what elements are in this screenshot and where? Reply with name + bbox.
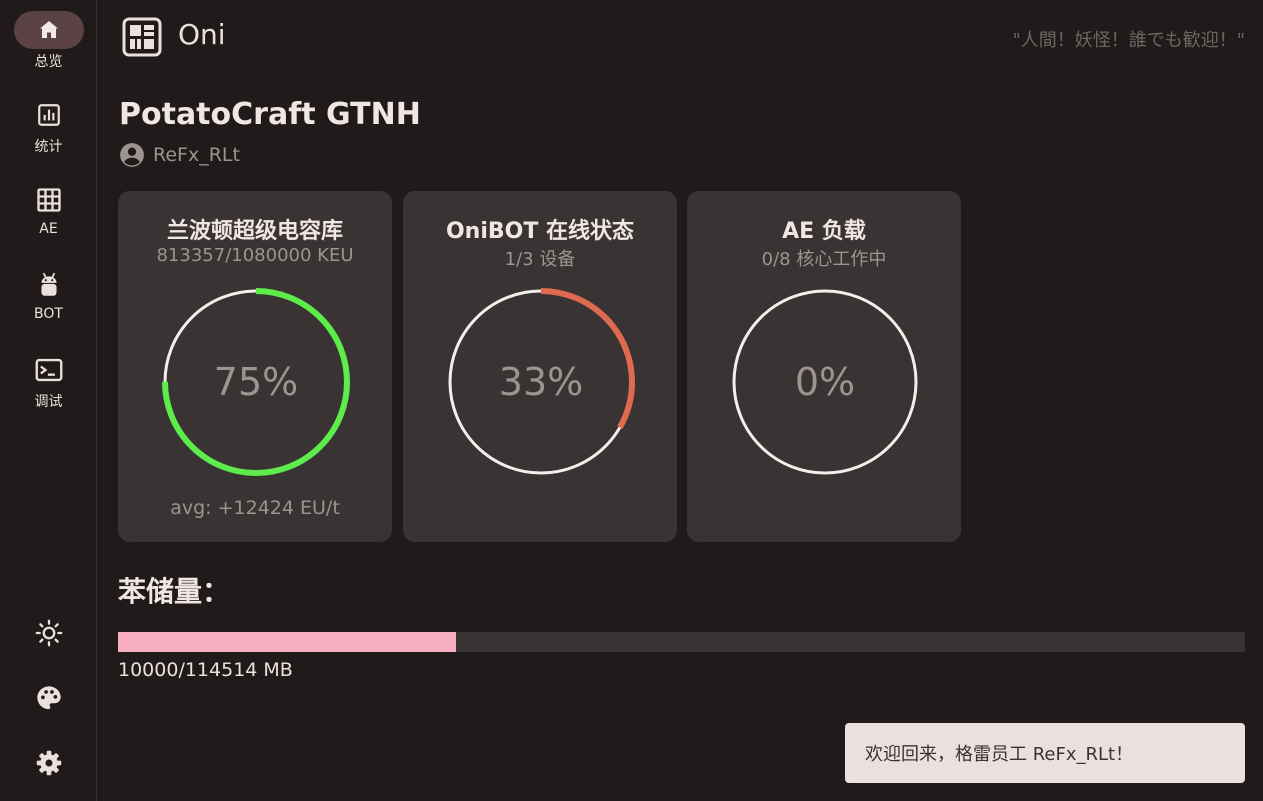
progress-percent: 0% — [794, 360, 856, 404]
home-icon — [39, 21, 58, 38]
top-bar: Oni "人間！妖怪！誰でも歓迎！" — [97, 0, 1263, 72]
nav-label-stats: 统计 — [34, 139, 63, 155]
progress-percent: 33% — [498, 360, 584, 404]
app-title: Oni — [178, 18, 226, 51]
card-title: OniBOT 在线状态 — [445, 219, 635, 244]
card-subtitle: 0/8 核心工作中 — [761, 249, 887, 270]
ae-load-card: AE 负载 0/8 核心工作中 0% — [687, 191, 961, 542]
terminal-icon — [35, 358, 62, 382]
nav-item-ae[interactable]: AE — [0, 181, 97, 251]
storage-title: 苯储量： — [118, 575, 231, 608]
progress-percent: 75% — [213, 360, 299, 404]
navigation-rail: 总览 统计 AE BOT 调试 — [0, 0, 97, 801]
theme-toggle-button[interactable] — [0, 609, 97, 657]
welcome-toast[interactable]: 欢迎回来，格雷员工 ReFx_RLt！ — [845, 723, 1245, 783]
grid-icon — [36, 188, 61, 212]
page-title: PotatoCraft GTNH — [119, 97, 421, 132]
card-subtitle: 813357/1080000 KEU — [156, 245, 354, 266]
nav-active-indicator — [13, 11, 84, 49]
sun-icon — [35, 619, 62, 647]
nav-item-debug[interactable]: 调试 — [0, 351, 97, 421]
nav-label-bot: BOT — [34, 306, 63, 322]
toast-message: 欢迎回来，格雷员工 ReFx_RLt！ — [865, 744, 1134, 765]
user-name: ReFx_RLt — [153, 144, 240, 166]
nav-item-overview[interactable]: 总览 — [0, 11, 97, 81]
nav-label-debug: 调试 — [34, 394, 63, 410]
settings-button[interactable] — [0, 739, 97, 787]
nav-item-bot[interactable]: BOT — [0, 266, 97, 336]
card-title: 兰波顿超级电容库 — [166, 219, 343, 244]
card-title: AE 负载 — [782, 219, 866, 244]
card-footer: avg: +12424 EU/t — [170, 497, 340, 519]
app-logo-icon — [122, 17, 162, 57]
account-circle-icon — [120, 143, 144, 167]
header-quote: "人間！妖怪！誰でも歓迎！" — [1012, 30, 1245, 51]
palette-icon — [36, 686, 61, 710]
nav-label-overview: 总览 — [34, 54, 63, 70]
capacitor-card: 兰波顿超级电容库 813357/1080000 KEU 75% avg: +12… — [118, 191, 392, 542]
storage-progress-bar — [118, 632, 1245, 652]
storage-value: 10000/114514 MB — [118, 659, 293, 681]
nav-label-ae: AE — [39, 221, 58, 237]
gear-icon — [36, 750, 61, 776]
card-subtitle: 1/3 设备 — [504, 249, 576, 270]
storage-progress-fill — [118, 632, 457, 652]
android-icon — [40, 272, 57, 296]
nav-item-stats[interactable]: 统计 — [0, 96, 97, 166]
user-row: ReFx_RLt — [119, 142, 240, 168]
onibot-status-card: OniBOT 在线状态 1/3 设备 33% — [403, 191, 677, 542]
palette-button[interactable] — [0, 674, 97, 722]
chart-icon — [37, 104, 60, 126]
